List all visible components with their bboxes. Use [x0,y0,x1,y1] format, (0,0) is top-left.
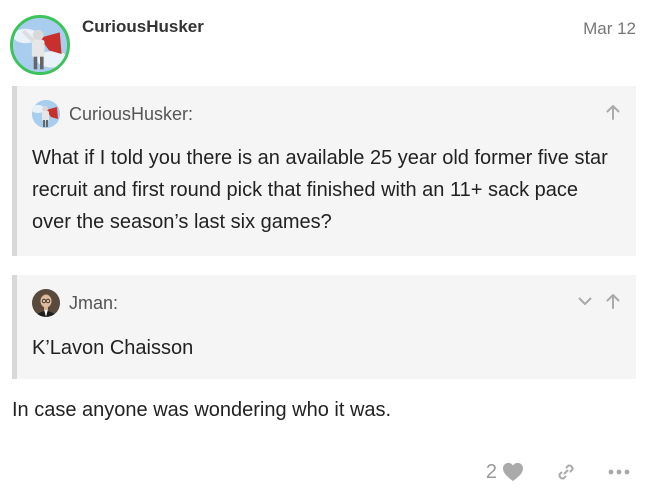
quote-text: What if I told you there is an available… [32,147,608,233]
author-avatar[interactable] [10,15,70,75]
post-author-name[interactable]: CuriousHusker [82,17,204,37]
quote-author-avatar[interactable] [32,100,60,128]
link-icon[interactable] [556,462,576,482]
quote-block: Jman: K’Lavon Chaisson [12,275,636,379]
superhero-avatar-icon [32,100,60,128]
more-icon[interactable] [608,469,630,475]
quote-block: CuriousHusker: What if I told you there … [12,86,636,256]
like-count[interactable]: 2 [486,461,497,484]
quote-author-avatar[interactable] [32,289,60,317]
quote-text: K’Lavon Chaisson [32,337,194,359]
quote-actions [604,103,622,121]
arrow-up-icon[interactable] [604,103,622,121]
quote-header: CuriousHusker: [32,100,193,128]
heart-icon[interactable] [502,462,524,482]
post-body-text: In case anyone was wondering who it was. [12,399,392,421]
man-in-suit-avatar-icon [32,289,60,317]
quote-actions [576,292,622,310]
quote-author-name: Jman: [69,292,119,313]
quote-header: Jman: [32,289,118,317]
quote-author-name: CuriousHusker: [69,103,194,124]
post-date[interactable]: Mar 12 [583,19,636,39]
chevron-down-icon[interactable] [576,292,594,310]
superhero-avatar-icon [13,18,67,72]
post-controls: 2 [486,459,630,485]
arrow-up-icon[interactable] [604,292,622,310]
